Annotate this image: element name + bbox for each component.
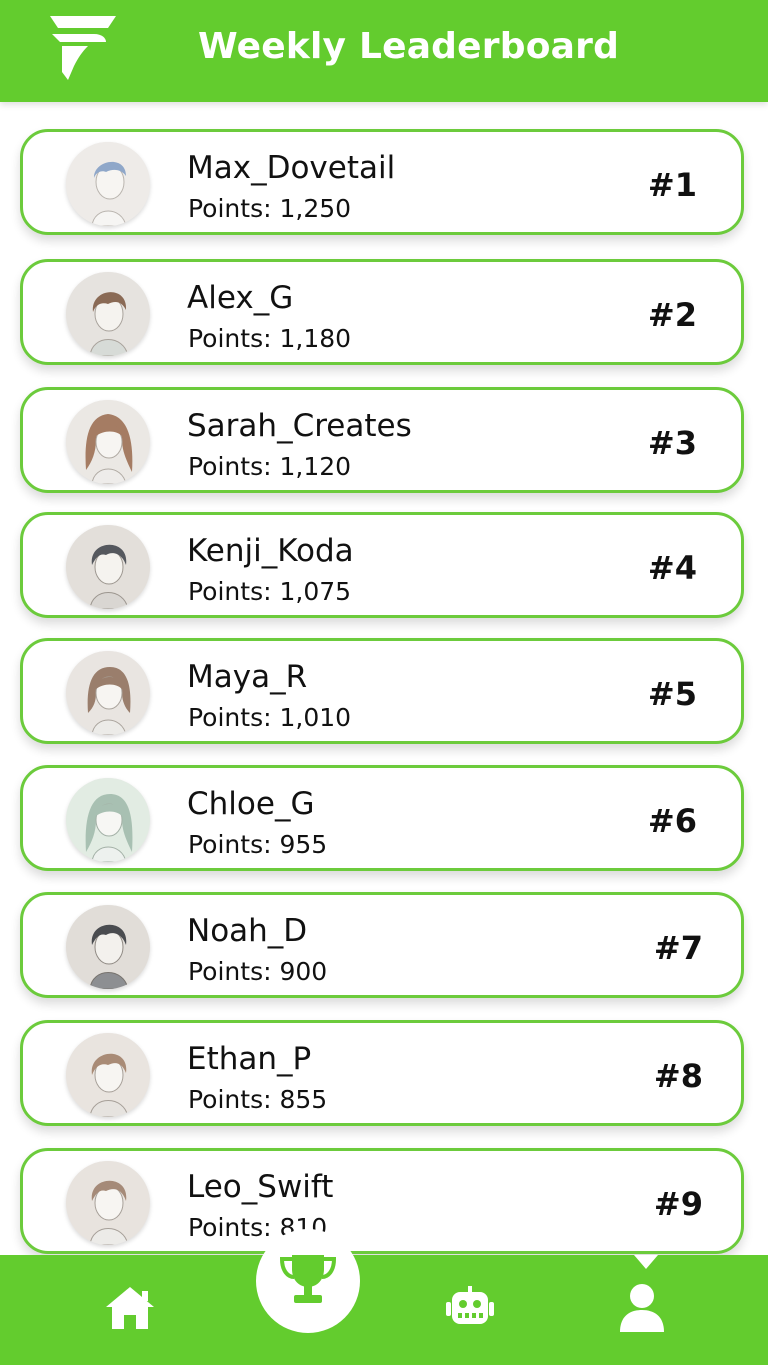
username: Max_Dovetail bbox=[187, 150, 396, 186]
avatar bbox=[66, 400, 150, 484]
rank-badge: #9 bbox=[653, 1185, 703, 1223]
points-value: Points: 1,250 bbox=[188, 194, 352, 223]
leaderboard-row[interactable]: Maya_R Points: 1,010 #5 bbox=[20, 638, 744, 744]
points-value: Points: 1,120 bbox=[188, 452, 352, 481]
rank-badge: #6 bbox=[647, 802, 697, 840]
avatar bbox=[66, 905, 150, 989]
leaderboard-list: Max_Dovetail Points: 1,250 #1 Alex_G Poi… bbox=[0, 0, 768, 1365]
leaderboard-row[interactable]: Noah_D Points: 900 #7 bbox=[20, 892, 744, 998]
avatar bbox=[66, 1033, 150, 1117]
bottom-nav bbox=[0, 1229, 768, 1365]
page-title: Weekly Leaderboard bbox=[198, 26, 620, 67]
avatar bbox=[66, 142, 150, 226]
avatar bbox=[66, 1161, 150, 1245]
points-value: Points: 1,180 bbox=[188, 324, 352, 353]
points-value: Points: 900 bbox=[188, 957, 328, 986]
rank-badge: #8 bbox=[653, 1057, 703, 1095]
leaderboard-row[interactable]: Kenji_Koda Points: 1,075 #4 bbox=[20, 512, 744, 618]
leaderboard-row[interactable]: Max_Dovetail Points: 1,250 #1 bbox=[20, 129, 744, 235]
avatar bbox=[66, 272, 150, 356]
home-icon bbox=[104, 1285, 156, 1335]
swift-logo-icon bbox=[48, 12, 120, 84]
leaderboard-row[interactable]: Sarah_Creates Points: 1,120 #3 bbox=[20, 387, 744, 493]
rank-badge: #1 bbox=[647, 166, 697, 204]
nav-leaderboard-button[interactable] bbox=[256, 1229, 360, 1333]
avatar bbox=[66, 778, 150, 862]
points-value: Points: 1,075 bbox=[188, 577, 352, 606]
rank-badge: #3 bbox=[647, 424, 697, 462]
leaderboard-row[interactable]: Alex_G Points: 1,180 #2 bbox=[20, 259, 744, 365]
rank-badge: #4 bbox=[647, 549, 697, 587]
rank-badge: #5 bbox=[647, 675, 697, 713]
points-value: Points: 855 bbox=[188, 1085, 328, 1114]
rank-badge: #2 bbox=[647, 296, 697, 334]
nav-profile-button[interactable] bbox=[596, 1255, 688, 1365]
username: Sarah_Creates bbox=[187, 408, 412, 444]
username: Kenji_Koda bbox=[187, 533, 354, 569]
points-value: Points: 955 bbox=[188, 830, 328, 859]
nav-bot-button[interactable] bbox=[424, 1255, 516, 1365]
username: Ethan_P bbox=[187, 1041, 312, 1077]
robot-icon bbox=[444, 1286, 496, 1334]
leaderboard-row[interactable]: Chloe_G Points: 955 #6 bbox=[20, 765, 744, 871]
avatar bbox=[66, 525, 150, 609]
username: Leo_Swift bbox=[187, 1169, 334, 1205]
username: Chloe_G bbox=[187, 786, 315, 822]
points-value: Points: 1,010 bbox=[188, 703, 352, 732]
rank-badge: #7 bbox=[653, 929, 703, 967]
nav-home-button[interactable] bbox=[84, 1255, 176, 1365]
username: Alex_G bbox=[187, 280, 294, 316]
username: Maya_R bbox=[187, 659, 308, 695]
profile-icon bbox=[618, 1282, 666, 1338]
trophy-icon bbox=[278, 1251, 338, 1311]
avatar bbox=[66, 651, 150, 735]
leaderboard-row[interactable]: Ethan_P Points: 855 #8 bbox=[20, 1020, 744, 1126]
username: Noah_D bbox=[187, 913, 308, 949]
app-header: Weekly Leaderboard bbox=[0, 0, 768, 102]
leaderboard-row[interactable]: Leo_Swift Points: 810 #9 bbox=[20, 1148, 744, 1254]
